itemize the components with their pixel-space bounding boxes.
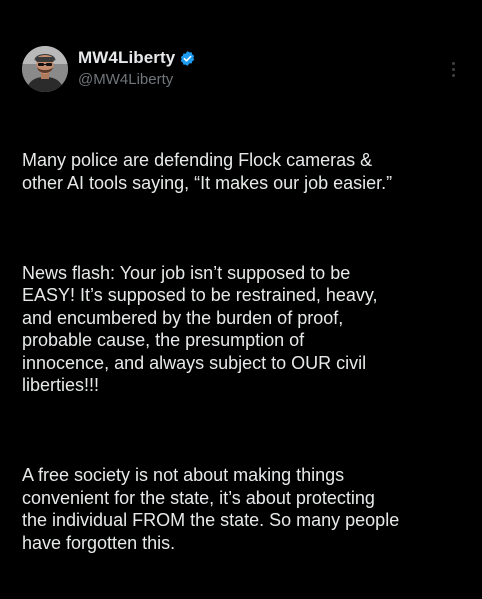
tweet-paragraph-3: A free society is not about making thing… <box>22 465 400 553</box>
author-handle[interactable]: @MW4Liberty <box>78 71 173 88</box>
verified-badge-icon <box>179 50 196 67</box>
profile-avatar-image <box>22 46 68 92</box>
tweet-text: Many police are defending Flock cameras … <box>22 104 468 599</box>
author-display-name[interactable]: MW4Liberty <box>78 48 175 68</box>
tweet-paragraph-1: Many police are defending Flock cameras … <box>22 150 393 193</box>
tweet-header: MW4Liberty @MW4Liberty <box>22 46 462 98</box>
avatar[interactable] <box>22 46 68 92</box>
tweet-card: MW4Liberty @MW4Liberty Many police are d… <box>0 0 482 553</box>
more-vertical-icon[interactable] <box>450 62 456 78</box>
author-name-row: MW4Liberty <box>78 48 196 68</box>
tweet-paragraph-2: News flash: Your job isn’t supposed to b… <box>22 262 378 396</box>
